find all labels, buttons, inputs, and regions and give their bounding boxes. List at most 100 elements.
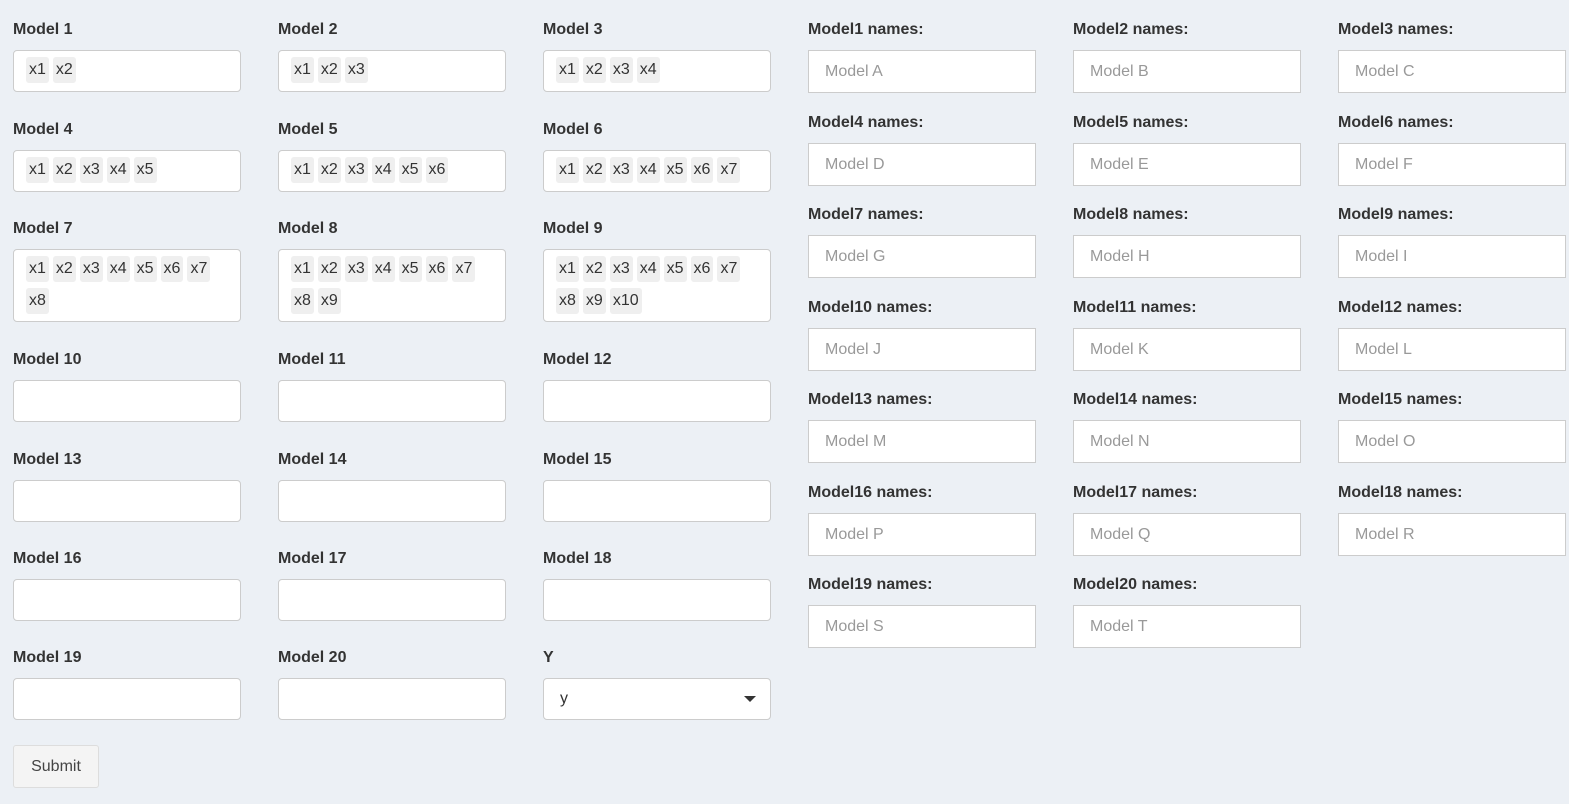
- model2-names-input[interactable]: [1073, 50, 1301, 93]
- model8-names-group: Model8 names:: [1073, 205, 1301, 278]
- model-13-multiselect[interactable]: [13, 480, 241, 522]
- model-8-multiselect[interactable]: x1 x2 x3 x4 x5 x6 x7 x8 x9: [278, 249, 506, 322]
- model4-names-input[interactable]: [808, 143, 1036, 186]
- model-19-multiselect[interactable]: [13, 678, 241, 720]
- variable-chip[interactable]: x2: [582, 57, 606, 83]
- variable-chip[interactable]: x9: [582, 288, 606, 314]
- variable-chip[interactable]: x2: [582, 157, 606, 183]
- variable-chip[interactable]: x3: [609, 57, 633, 83]
- variable-chip[interactable]: x7: [187, 256, 211, 282]
- variable-chip[interactable]: x1: [26, 157, 49, 183]
- model-18-multiselect[interactable]: [543, 579, 771, 621]
- model1-names-input[interactable]: [808, 50, 1036, 93]
- variable-chip[interactable]: x4: [371, 256, 395, 282]
- model19-names-input[interactable]: [808, 605, 1036, 648]
- variable-chip[interactable]: x4: [636, 157, 660, 183]
- variable-chip[interactable]: x2: [317, 256, 341, 282]
- variable-chip[interactable]: x3: [79, 157, 103, 183]
- model-9-multiselect[interactable]: x1 x2 x3 x4 x5 x6 x7 x8 x9 x10: [543, 249, 771, 322]
- variable-chip[interactable]: x3: [79, 256, 103, 282]
- variable-chip[interactable]: x5: [663, 157, 687, 183]
- variable-chip[interactable]: x2: [52, 256, 76, 282]
- model20-names-input[interactable]: [1073, 605, 1301, 648]
- model-10-multiselect[interactable]: [13, 380, 241, 422]
- variable-chip[interactable]: x3: [344, 157, 368, 183]
- variable-chip[interactable]: x4: [636, 57, 660, 83]
- variable-chip[interactable]: x1: [291, 157, 314, 183]
- variable-chip[interactable]: x4: [106, 256, 130, 282]
- variable-chip[interactable]: x8: [556, 288, 579, 314]
- model10-names-label: Model10 names:: [808, 299, 933, 316]
- model7-names-input[interactable]: [808, 235, 1036, 278]
- model13-names-input[interactable]: [808, 420, 1036, 463]
- model17-names-input[interactable]: [1073, 513, 1301, 556]
- variable-chip[interactable]: x5: [398, 256, 422, 282]
- model-1-multiselect[interactable]: x1 x2: [13, 50, 241, 92]
- variable-chip[interactable]: x1: [556, 256, 579, 282]
- variable-chip[interactable]: x10: [609, 288, 642, 314]
- variable-chip[interactable]: x7: [452, 256, 476, 282]
- variable-chip[interactable]: x7: [717, 256, 741, 282]
- variable-chip[interactable]: x5: [133, 256, 157, 282]
- model-20-multiselect[interactable]: [278, 678, 506, 720]
- variable-chip[interactable]: x1: [291, 256, 314, 282]
- variable-chip[interactable]: x1: [556, 157, 579, 183]
- variable-chip[interactable]: x5: [133, 157, 157, 183]
- y-select[interactable]: y: [543, 678, 771, 720]
- model-14-multiselect[interactable]: [278, 480, 506, 522]
- model-17-multiselect[interactable]: [278, 579, 506, 621]
- variable-chip[interactable]: x6: [690, 157, 714, 183]
- variable-chip[interactable]: x6: [160, 256, 184, 282]
- variable-chip[interactable]: x4: [106, 157, 130, 183]
- variable-chip[interactable]: x4: [636, 256, 660, 282]
- model3-names-input[interactable]: [1338, 50, 1566, 93]
- model-5-multiselect[interactable]: x1 x2 x3 x4 x5 x6: [278, 150, 506, 192]
- variable-chip[interactable]: x2: [52, 57, 76, 83]
- model6-names-input[interactable]: [1338, 143, 1566, 186]
- variable-chip[interactable]: x1: [26, 57, 49, 83]
- variable-chip[interactable]: x1: [26, 256, 49, 282]
- variable-chip[interactable]: x2: [317, 57, 341, 83]
- model-4-multiselect[interactable]: x1 x2 x3 x4 x5: [13, 150, 241, 192]
- model-2-multiselect[interactable]: x1 x2 x3: [278, 50, 506, 92]
- model9-names-input[interactable]: [1338, 235, 1566, 278]
- model-3-multiselect[interactable]: x1 x2 x3 x4: [543, 50, 771, 92]
- model15-names-input[interactable]: [1338, 420, 1566, 463]
- model-7-multiselect[interactable]: x1 x2 x3 x4 x5 x6 x7 x8: [13, 249, 241, 322]
- model5-names-input[interactable]: [1073, 143, 1301, 186]
- model11-names-input[interactable]: [1073, 328, 1301, 371]
- model8-names-input[interactable]: [1073, 235, 1301, 278]
- model18-names-input[interactable]: [1338, 513, 1566, 556]
- variable-chip[interactable]: x1: [291, 57, 314, 83]
- variable-chip[interactable]: x3: [609, 256, 633, 282]
- variable-chip[interactable]: x3: [609, 157, 633, 183]
- variable-chip[interactable]: x2: [52, 157, 76, 183]
- model-12-multiselect[interactable]: [543, 380, 771, 422]
- variable-chip[interactable]: x7: [717, 157, 741, 183]
- variable-chip[interactable]: x8: [291, 288, 314, 314]
- model16-names-input[interactable]: [808, 513, 1036, 556]
- model14-names-input[interactable]: [1073, 420, 1301, 463]
- model10-names-input[interactable]: [808, 328, 1036, 371]
- variable-chip[interactable]: x6: [425, 157, 449, 183]
- variable-chip[interactable]: x6: [690, 256, 714, 282]
- model-6-multiselect[interactable]: x1 x2 x3 x4 x5 x6 x7: [543, 150, 771, 192]
- variable-chip[interactable]: x5: [663, 256, 687, 282]
- model-15-multiselect[interactable]: [543, 480, 771, 522]
- variable-chip[interactable]: x6: [425, 256, 449, 282]
- model12-names-input[interactable]: [1338, 328, 1566, 371]
- model16-names-group: Model16 names:: [808, 483, 1036, 556]
- variable-chip[interactable]: x1: [556, 57, 579, 83]
- variable-chip[interactable]: x2: [317, 157, 341, 183]
- model-16-multiselect[interactable]: [13, 579, 241, 621]
- model-11-multiselect[interactable]: [278, 380, 506, 422]
- submit-button[interactable]: Submit: [13, 745, 99, 788]
- variable-chip[interactable]: x9: [317, 288, 341, 314]
- variable-chip[interactable]: x8: [26, 288, 49, 314]
- variable-chip[interactable]: x3: [344, 57, 368, 83]
- variable-chip[interactable]: x5: [398, 157, 422, 183]
- variable-chip[interactable]: x2: [582, 256, 606, 282]
- model-8-label: Model 8: [278, 220, 338, 237]
- variable-chip[interactable]: x4: [371, 157, 395, 183]
- variable-chip[interactable]: x3: [344, 256, 368, 282]
